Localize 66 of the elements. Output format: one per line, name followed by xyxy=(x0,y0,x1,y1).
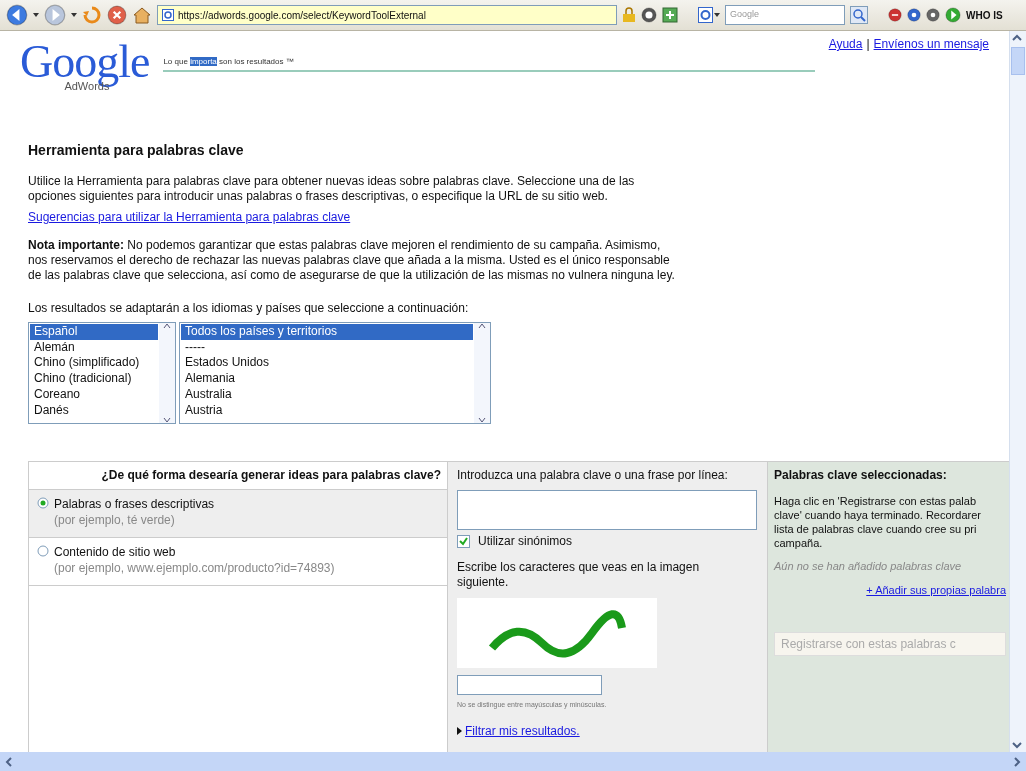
keyword-input[interactable] xyxy=(457,490,757,530)
forward-icon[interactable] xyxy=(44,4,66,26)
keyword-entry-label: Introduzca una palabra clave o una frase por línea: xyxy=(457,468,729,482)
captcha-input[interactable] xyxy=(457,675,602,695)
radio-option[interactable]: Contenido de sitio web (por ejemplo, www.ejemplo.com/producto?id=74893) xyxy=(29,538,447,586)
help-link[interactable]: Ayuda xyxy=(828,37,863,51)
list-option[interactable]: Chino (tradicional) xyxy=(30,371,158,387)
list-option[interactable]: Danés xyxy=(30,402,158,419)
scroll-up-icon[interactable] xyxy=(478,323,486,329)
checkbox[interactable] xyxy=(457,534,470,548)
add-keywords-link[interactable]: + Añadir sus propias palabra xyxy=(774,584,1006,596)
list-option[interactable]: ----- xyxy=(181,339,473,356)
captcha-prompt: Escribe los caracteres que veas en la imagen siguiente. xyxy=(457,560,701,590)
horizontal-scrollbar[interactable] xyxy=(0,752,1026,771)
minus-icon[interactable] xyxy=(888,8,902,22)
radio-button[interactable] xyxy=(37,497,49,509)
search-engine-icon[interactable] xyxy=(698,7,720,23)
list-option[interactable]: Español xyxy=(30,324,158,340)
filter-link[interactable]: Filtrar mis resultados. xyxy=(465,724,580,738)
lists-label: Los resultados se adaptarán a los idiomas y países que seleccione a continuación: xyxy=(28,301,470,316)
scroll-right-icon[interactable] xyxy=(1012,756,1022,768)
tips-link[interactable]: Sugerencias para utilizar la Herramienta para palabras clave xyxy=(28,210,351,224)
refresh-icon[interactable] xyxy=(82,5,102,25)
scroll-up-icon[interactable] xyxy=(163,323,171,329)
lock-icon[interactable] xyxy=(622,7,636,23)
tagline: Lo que importa son los resultados ™ xyxy=(163,45,815,72)
list-option[interactable]: Australia xyxy=(181,386,473,403)
listbox[interactable]: Todos los países y territorios ----- Estados Unidos Alemania Australia Austria xyxy=(179,322,491,424)
note-text: Nota importante: No podemos garantizar que estas palabras clave mejoren el rendimiento de su campaña. Asimismo, nos reservamos el derecho de rechazar las nuevas palabras clave que añada a la misma. Usted es el único responsable de las palabras clave que selecciona, así como de asegurarse de que la utilización de las mismas no vulnera ninguna ley. xyxy=(28,238,676,283)
back-icon[interactable] xyxy=(6,4,28,26)
circle-icon[interactable] xyxy=(907,8,921,22)
listbox[interactable]: Español Alemán Chino (simplificado) Chino (tradicional) Coreano Danés xyxy=(28,322,176,424)
list-option[interactable]: Chino (simplificado) xyxy=(30,355,158,372)
caret-icon[interactable] xyxy=(33,13,39,17)
selected-keywords-heading: Palabras clave seleccionadas: xyxy=(774,468,948,482)
empty-note: Aún no se han añadido palabras clave xyxy=(774,560,963,572)
list-option[interactable]: Austria xyxy=(181,402,473,419)
stop-icon[interactable] xyxy=(107,5,127,25)
intro-text: Utilice la Herramienta para palabras clave para obtener nuevas ideas sobre palabras clave. Seleccione una de las opciones siguientes para introducir unas palabras o frases descriptivas, o especifique la URL de su sitio web. xyxy=(28,174,636,204)
list-option[interactable]: Estados Unidos xyxy=(181,355,473,372)
go-icon[interactable] xyxy=(945,7,961,23)
instructions-text: Haga clic en 'Registrarse con estas palab clave' cuando haya terminado. Recordarer lista de palabras clave cuando cree su pri campaña. xyxy=(774,494,982,550)
list-option[interactable]: Todos los países y territorios xyxy=(181,324,473,340)
whois-label[interactable]: WHO IS xyxy=(966,9,1003,21)
contact-link[interactable]: Envíenos un mensaje xyxy=(873,37,989,51)
home-icon[interactable] xyxy=(132,6,152,24)
scroll-down-icon[interactable] xyxy=(163,417,171,423)
plus-icon[interactable] xyxy=(662,7,678,23)
search-icon[interactable] xyxy=(850,6,868,24)
list-option[interactable]: Alemania xyxy=(181,371,473,387)
list-option[interactable]: Coreano xyxy=(30,386,158,403)
caret-icon[interactable] xyxy=(71,13,77,17)
address-field[interactable]: https://adwords.google.com/select/KeywordToolExternal xyxy=(157,5,617,25)
separator: | xyxy=(866,37,870,51)
scroll-down-icon[interactable] xyxy=(478,417,486,423)
page-icon xyxy=(162,9,174,21)
list-option[interactable]: Alemán xyxy=(30,339,158,356)
radio-option[interactable]: Palabras o frases descriptivas (por ejemplo, té verde) xyxy=(29,490,447,538)
triangle-icon[interactable] xyxy=(457,727,462,735)
scroll-left-icon[interactable] xyxy=(4,756,14,768)
scrollbar-thumb[interactable] xyxy=(1011,47,1025,75)
circle-icon[interactable] xyxy=(641,7,657,23)
circle-icon[interactable] xyxy=(926,8,940,22)
page-title: Herramienta para palabras clave xyxy=(28,142,245,158)
radio-button[interactable] xyxy=(37,545,49,557)
checkbox-label[interactable]: Utilizar sinónimos xyxy=(478,534,573,548)
